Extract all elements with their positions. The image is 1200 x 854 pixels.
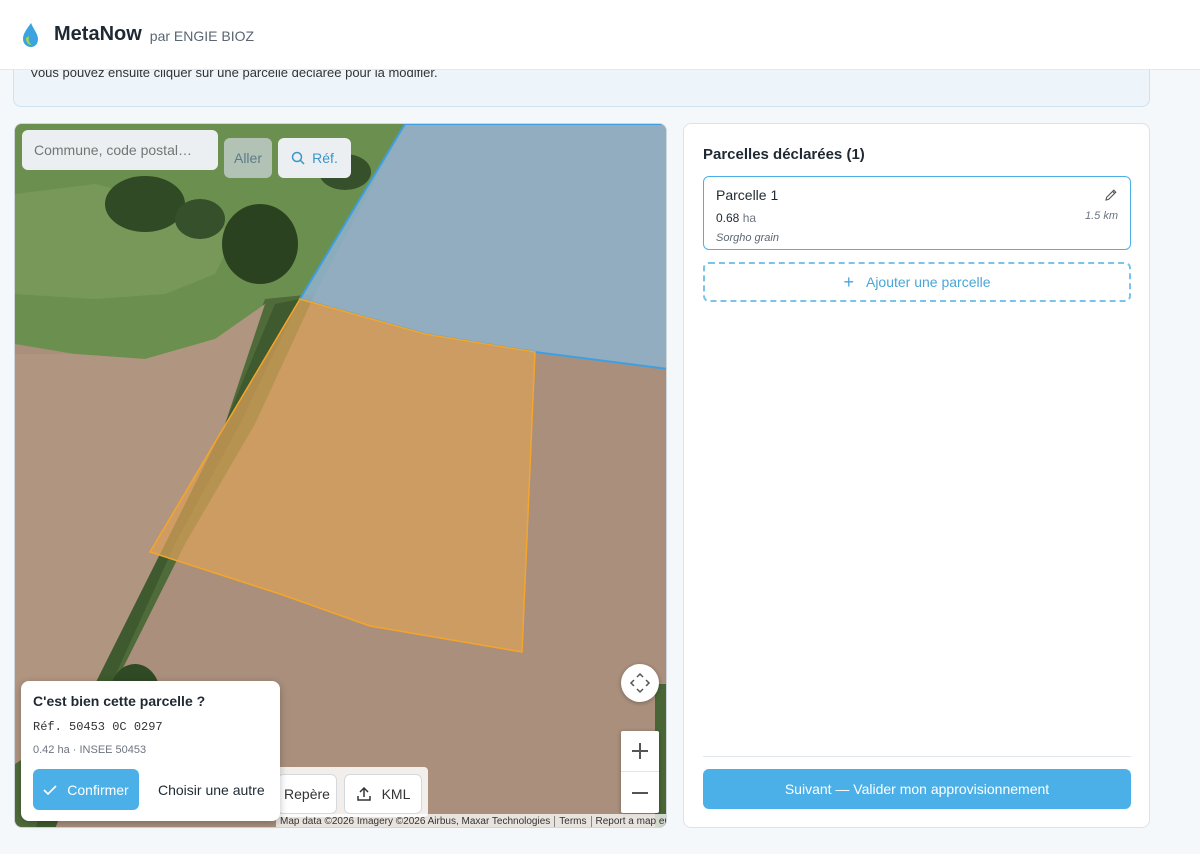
parcel-area: 0.68 ha [716,211,1118,225]
confirm-button[interactable]: Confirmer [33,769,139,810]
zoom-in-button[interactable] [621,731,659,772]
brand-subtitle: par ENGIE BIOZ [149,27,255,44]
parcel-reference: Réf. 50453 0C 0297 [33,720,163,734]
parcel-distance: 1.5 km [1084,210,1118,222]
brand-name: MetaNow [54,23,142,45]
attribution-data: Map data ©2026 Imagery ©2026 Airbus, Max… [280,816,551,827]
parcel-area-value: 0.68 [716,211,740,225]
minus-icon [632,791,648,794]
add-parcel-label: Ajouter une parcelle [865,274,991,290]
plus-icon: + [843,271,854,292]
panel-title: Parcelles déclarées (1) [703,146,865,163]
add-parcel-button[interactable]: + Ajouter une parcelle [703,262,1131,302]
map-attribution: Map data ©2026 Imagery ©2026 Airbus, Max… [276,814,666,827]
landmark-button-label: Repère [284,786,330,802]
attribution-report-link[interactable]: Report a map error [590,816,666,827]
top-bar: MetaNow par ENGIE BIOZ [0,0,1200,70]
ref-search-button[interactable]: Réf. [278,138,351,178]
confirm-parcel-card: C'est bien cette parcelle ? Réf. 50453 0… [21,681,280,821]
parcel-name: Parcelle 1 [716,187,779,203]
metanow-logo-icon [23,22,38,47]
zoom-controls [621,731,659,813]
parcel-meta: 0.42 ha · INSEE 50453 [33,744,147,756]
parcel-card[interactable]: Parcelle 1 0.68 ha 1.5 km Sorgho grain [703,176,1131,250]
landmark-button[interactable]: Repère [277,774,337,814]
go-button-label: Aller [233,150,262,166]
recenter-icon [629,672,651,694]
choose-other-button[interactable]: Choisir une autre [158,782,265,798]
zoom-out-button[interactable] [621,772,659,813]
pencil-icon[interactable] [1104,188,1118,202]
parcel-area-unit: ha [742,211,757,225]
confirm-title: C'est bien cette parcelle ? [33,693,206,709]
ref-button-label: Réf. [312,150,338,166]
kml-button-label: KML [381,786,411,802]
parcel-crop: Sorgho grain [716,232,779,244]
commune-search-input[interactable] [22,130,218,170]
upload-icon [356,786,371,801]
divider [703,756,1131,757]
attribution-terms-link[interactable]: Terms [554,816,590,827]
next-button[interactable]: Suivant — Valider mon approvisionnement [703,769,1131,809]
search-icon [291,151,305,165]
kml-upload-button[interactable]: KML [344,774,422,814]
go-button[interactable]: Aller [224,138,272,178]
confirm-button-label: Confirmer [67,781,129,798]
declared-parcels-panel: Parcelles déclarées (1) Parcelle 1 0.68 … [683,123,1150,828]
check-icon [43,784,57,795]
confirm-actions: Confirmer Choisir une autre [33,769,268,810]
plus-icon [632,743,648,759]
recenter-button[interactable] [621,664,659,702]
